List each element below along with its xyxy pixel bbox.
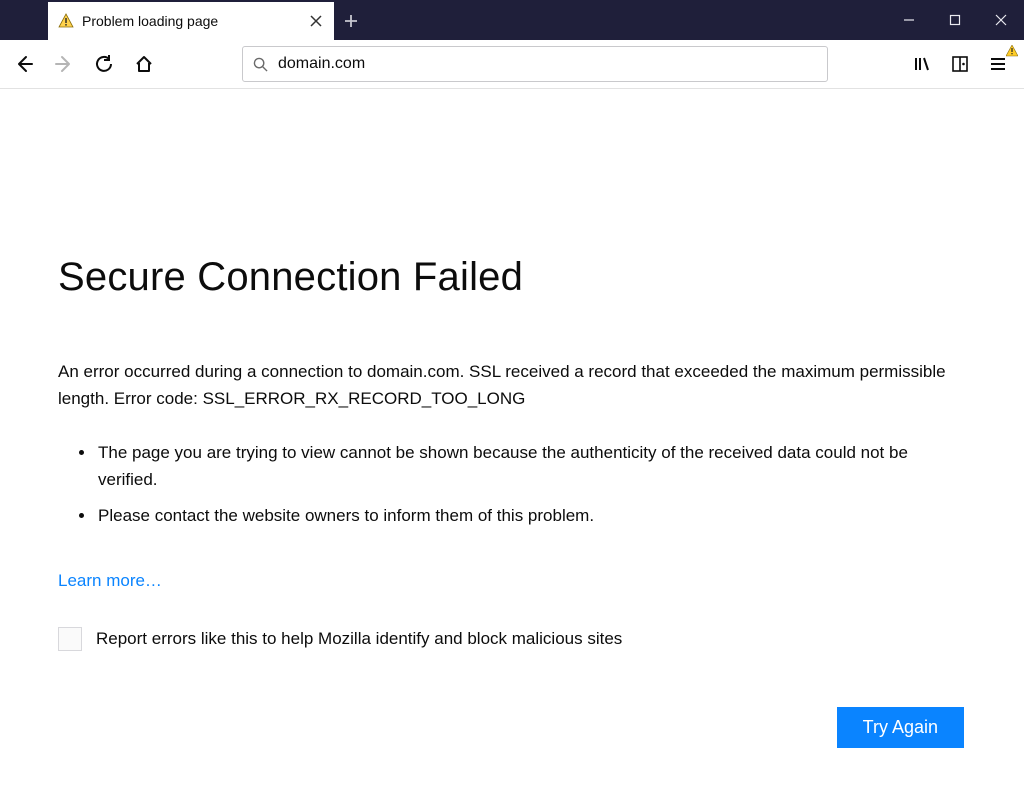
- window-maximize-button[interactable]: [932, 0, 978, 40]
- back-button[interactable]: [6, 46, 42, 82]
- window-controls: [886, 0, 1024, 40]
- url-text: domain.com: [278, 55, 365, 73]
- home-button[interactable]: [126, 46, 162, 82]
- learn-more-link[interactable]: Learn more…: [58, 571, 162, 591]
- sidebar-button[interactable]: [942, 46, 978, 82]
- error-bullet: The page you are trying to view cannot b…: [96, 440, 966, 493]
- report-label: Report errors like this to help Mozilla …: [96, 629, 622, 649]
- error-bullet: Please contact the website owners to inf…: [96, 503, 966, 529]
- tab-strip-gap: [0, 0, 48, 40]
- report-row: Report errors like this to help Mozilla …: [58, 627, 966, 651]
- error-heading: Secure Connection Failed: [58, 145, 966, 300]
- library-button[interactable]: [904, 46, 940, 82]
- close-tab-button[interactable]: [308, 13, 324, 29]
- window-close-button[interactable]: [978, 0, 1024, 40]
- forward-button[interactable]: [46, 46, 82, 82]
- error-page-content: Secure Connection Failed An error occurr…: [0, 89, 1024, 748]
- app-menu-button[interactable]: [980, 46, 1016, 82]
- new-tab-button[interactable]: [334, 2, 368, 40]
- try-again-button[interactable]: Try Again: [837, 707, 964, 748]
- window-minimize-button[interactable]: [886, 0, 932, 40]
- error-description: An error occurred during a connection to…: [58, 358, 966, 412]
- url-bar[interactable]: domain.com: [242, 46, 828, 82]
- titlebar: Problem loading page: [0, 0, 1024, 40]
- action-row: Try Again: [58, 707, 966, 748]
- warning-icon: [58, 13, 74, 29]
- error-bullets: The page you are trying to view cannot b…: [96, 440, 966, 529]
- reload-button[interactable]: [86, 46, 122, 82]
- tab-title: Problem loading page: [82, 13, 300, 29]
- search-icon: [253, 57, 268, 72]
- toolbar-right: [904, 46, 1018, 82]
- nav-toolbar: domain.com: [0, 40, 1024, 89]
- menu-warning-badge-icon: [1006, 44, 1018, 62]
- browser-tab[interactable]: Problem loading page: [48, 2, 334, 40]
- report-checkbox[interactable]: [58, 627, 82, 651]
